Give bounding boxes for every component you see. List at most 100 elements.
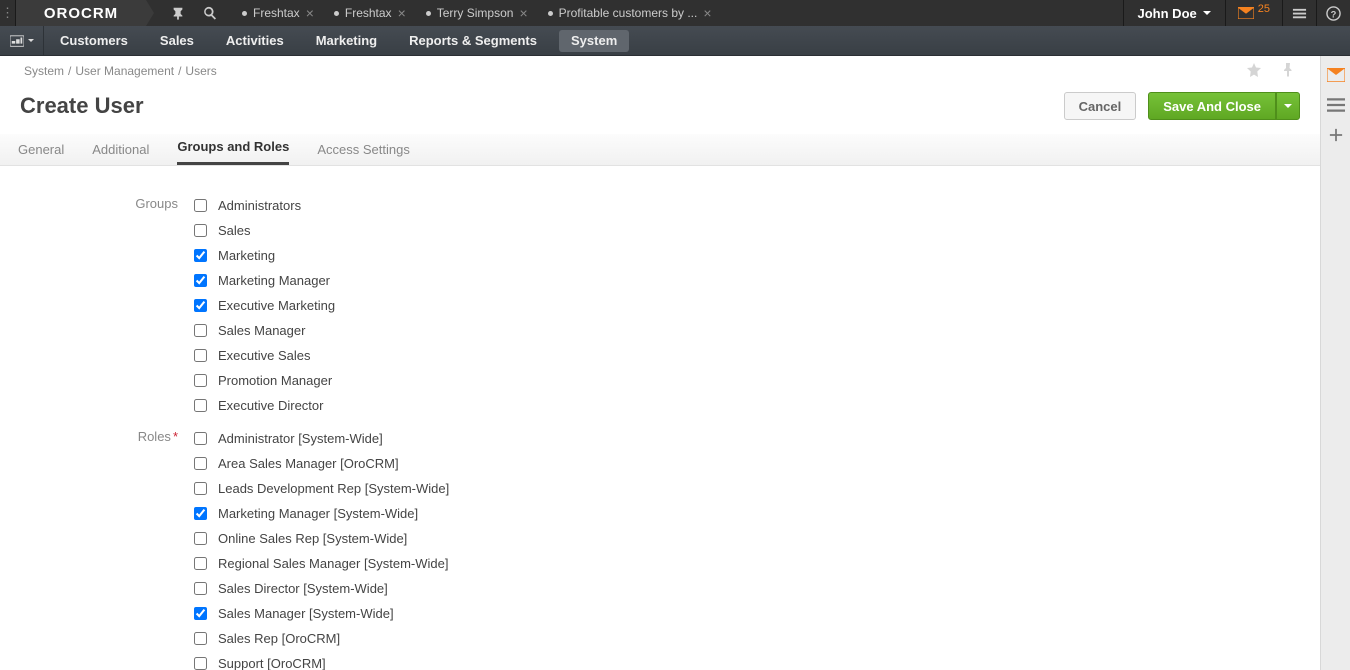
group-item[interactable]: Promotion Manager xyxy=(190,371,335,390)
role-item[interactable]: Support [OroCRM] xyxy=(190,654,449,670)
save-and-close-button[interactable]: Save And Close xyxy=(1148,92,1276,120)
group-checkbox[interactable] xyxy=(194,324,207,337)
close-icon[interactable]: × xyxy=(703,5,711,21)
breadcrumb-item[interactable]: User Management xyxy=(71,64,178,78)
brand-logo[interactable]: OROCRM xyxy=(16,0,146,26)
role-label: Support [OroCRM] xyxy=(218,656,326,670)
top-tab[interactable]: Profitable customers by ... × xyxy=(538,0,722,26)
group-checkbox[interactable] xyxy=(194,399,207,412)
role-label: Sales Manager [System-Wide] xyxy=(218,606,394,621)
group-label: Executive Sales xyxy=(218,348,311,363)
tab-general[interactable]: General xyxy=(18,142,64,165)
group-label: Sales xyxy=(218,223,251,238)
close-icon[interactable]: × xyxy=(519,5,527,21)
page-title: Create User xyxy=(20,93,144,119)
save-dropdown-toggle[interactable] xyxy=(1276,92,1300,120)
group-item[interactable]: Marketing Manager xyxy=(190,271,335,290)
sidebar-list-icon[interactable] xyxy=(1326,96,1346,114)
nav-sales[interactable]: Sales xyxy=(144,33,210,48)
search-icon[interactable] xyxy=(194,0,226,26)
role-item[interactable]: Area Sales Manager [OroCRM] xyxy=(190,454,449,473)
role-checkbox[interactable] xyxy=(194,582,207,595)
shortcut-menu[interactable] xyxy=(0,26,44,55)
svg-text:?: ? xyxy=(1331,9,1337,19)
role-item[interactable]: Online Sales Rep [System-Wide] xyxy=(190,529,449,548)
nav-marketing[interactable]: Marketing xyxy=(300,33,393,48)
group-label: Sales Manager xyxy=(218,323,305,338)
chevron-down-icon xyxy=(1203,11,1211,15)
role-item[interactable]: Regional Sales Manager [System-Wide] xyxy=(190,554,449,573)
tab-access-settings[interactable]: Access Settings xyxy=(317,142,410,165)
nav-activities[interactable]: Activities xyxy=(210,33,300,48)
role-item[interactable]: Administrator [System-Wide] xyxy=(190,429,449,448)
group-item[interactable]: Marketing xyxy=(190,246,335,265)
pin-icon[interactable] xyxy=(1276,62,1300,81)
role-item[interactable]: Sales Manager [System-Wide] xyxy=(190,604,449,623)
nav-reports-segments[interactable]: Reports & Segments xyxy=(393,33,553,48)
group-label: Promotion Manager xyxy=(218,373,332,388)
group-item[interactable]: Executive Marketing xyxy=(190,296,335,315)
group-checkbox[interactable] xyxy=(194,349,207,362)
role-checkbox[interactable] xyxy=(194,507,207,520)
nav-system[interactable]: System xyxy=(559,30,629,52)
role-checkbox[interactable] xyxy=(194,532,207,545)
close-icon[interactable]: × xyxy=(398,5,406,21)
role-label: Area Sales Manager [OroCRM] xyxy=(218,456,399,471)
pin-icon[interactable] xyxy=(162,0,194,26)
group-checkbox[interactable] xyxy=(194,374,207,387)
role-checkbox[interactable] xyxy=(194,557,207,570)
role-checkbox[interactable] xyxy=(194,607,207,620)
top-tab[interactable]: Terry Simpson× xyxy=(416,0,538,26)
cancel-button[interactable]: Cancel xyxy=(1064,92,1137,120)
chevron-down-icon xyxy=(1284,104,1292,108)
role-checkbox[interactable] xyxy=(194,457,207,470)
sidebar-mail-icon[interactable] xyxy=(1326,66,1346,84)
tab-groups-and-roles[interactable]: Groups and Roles xyxy=(177,139,289,165)
breadcrumb-item[interactable]: System xyxy=(20,64,68,78)
breadcrumb-item[interactable]: Users xyxy=(181,64,220,78)
mail-button[interactable]: 25 xyxy=(1225,0,1282,26)
bullet-icon xyxy=(548,11,553,16)
role-checkbox[interactable] xyxy=(194,482,207,495)
role-checkbox[interactable] xyxy=(194,432,207,445)
group-checkbox[interactable] xyxy=(194,299,207,312)
roles-label: Roles* xyxy=(20,429,190,444)
group-label: Executive Marketing xyxy=(218,298,335,313)
star-icon[interactable] xyxy=(1242,62,1266,81)
group-item[interactable]: Administrators xyxy=(190,196,335,215)
nav-customers[interactable]: Customers xyxy=(44,33,144,48)
role-item[interactable]: Sales Director [System-Wide] xyxy=(190,579,449,598)
top-tab[interactable]: Freshtax× xyxy=(324,0,416,26)
top-tab-label: Profitable customers by ... xyxy=(559,6,698,20)
envelope-icon xyxy=(1238,7,1254,19)
group-item[interactable]: Executive Director xyxy=(190,396,335,415)
save-button-group[interactable]: Save And Close xyxy=(1148,92,1300,120)
help-icon[interactable]: ? xyxy=(1316,0,1350,26)
group-checkbox[interactable] xyxy=(194,274,207,287)
top-tab[interactable]: Freshtax × xyxy=(232,0,324,26)
hamburger-icon[interactable] xyxy=(1282,0,1316,26)
role-item[interactable]: Marketing Manager [System-Wide] xyxy=(190,504,449,523)
group-item[interactable]: Sales xyxy=(190,221,335,240)
tab-additional[interactable]: Additional xyxy=(92,142,149,165)
group-item[interactable]: Sales Manager xyxy=(190,321,335,340)
role-label: Administrator [System-Wide] xyxy=(218,431,383,446)
role-checkbox[interactable] xyxy=(194,657,207,670)
groups-label: Groups xyxy=(20,196,190,211)
role-item[interactable]: Sales Rep [OroCRM] xyxy=(190,629,449,648)
group-checkbox[interactable] xyxy=(194,249,207,262)
group-item[interactable]: Executive Sales xyxy=(190,346,335,365)
role-label: Online Sales Rep [System-Wide] xyxy=(218,531,407,546)
group-label: Marketing xyxy=(218,248,275,263)
close-icon[interactable]: × xyxy=(306,5,314,21)
bullet-icon xyxy=(242,11,247,16)
group-label: Marketing Manager xyxy=(218,273,330,288)
role-checkbox[interactable] xyxy=(194,632,207,645)
user-menu[interactable]: John Doe xyxy=(1123,0,1225,26)
group-checkbox[interactable] xyxy=(194,224,207,237)
top-tab-label: Freshtax xyxy=(253,6,300,20)
role-label: Leads Development Rep [System-Wide] xyxy=(218,481,449,496)
role-item[interactable]: Leads Development Rep [System-Wide] xyxy=(190,479,449,498)
sidebar-add-icon[interactable] xyxy=(1326,126,1346,144)
group-checkbox[interactable] xyxy=(194,199,207,212)
